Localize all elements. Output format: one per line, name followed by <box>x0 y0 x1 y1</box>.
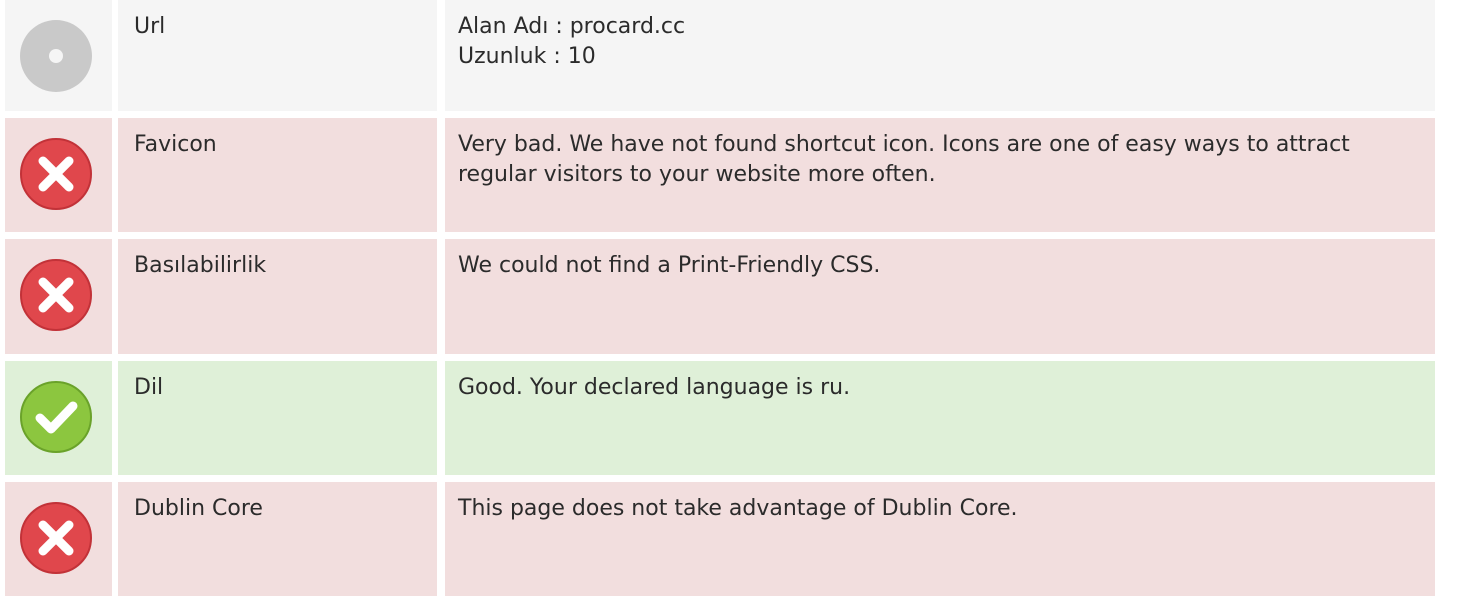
row-label-cell: Basılabilirlik <box>118 239 437 354</box>
row-icon-cell <box>5 239 112 354</box>
row-value: Good. Your declared language is ru. <box>458 375 851 400</box>
row-icon-cell <box>5 0 112 111</box>
domain-line: Alan Adı : procard.cc <box>458 14 686 39</box>
row-icon-cell <box>5 118 112 232</box>
analysis-table: Url Alan Adı : procard.cc Uzunluk : 10 F… <box>0 0 1459 601</box>
row-value-cell: We could not find a Print-Friendly CSS. <box>445 239 1435 354</box>
row-label: Dil <box>134 375 164 400</box>
row-label: Basılabilirlik <box>134 253 267 278</box>
row-label: Url <box>134 14 166 39</box>
row-url: Url Alan Adı : procard.cc Uzunluk : 10 <box>0 0 1435 111</box>
success-check-icon <box>18 379 94 455</box>
row-value-cell: Very bad. We have not found shortcut ico… <box>445 118 1435 232</box>
row-label-cell: Favicon <box>118 118 437 232</box>
row-printability: Basılabilirlik We could not find a Print… <box>0 239 1435 354</box>
row-value: This page does not take advantage of Dub… <box>458 496 1018 521</box>
error-x-icon <box>18 500 94 576</box>
row-value: Very bad. We have not found shortcut ico… <box>458 132 1350 187</box>
row-label-cell: Url <box>118 0 437 111</box>
row-label-cell: Dublin Core <box>118 482 437 596</box>
row-label-cell: Dil <box>118 361 437 475</box>
info-circle-icon <box>18 18 94 94</box>
error-x-icon <box>18 136 94 212</box>
row-favicon: Favicon Very bad. We have not found shor… <box>0 118 1435 232</box>
length-line: Uzunluk : 10 <box>458 44 596 69</box>
row-icon-cell <box>5 361 112 475</box>
row-label: Dublin Core <box>134 496 263 521</box>
row-dublin-core: Dublin Core This page does not take adva… <box>0 482 1435 596</box>
row-value-cell: Alan Adı : procard.cc Uzunluk : 10 <box>445 0 1435 111</box>
error-x-icon <box>18 257 94 333</box>
row-value-cell: Good. Your declared language is ru. <box>445 361 1435 475</box>
row-value: We could not find a Print-Friendly CSS. <box>458 253 881 278</box>
row-language: Dil Good. Your declared language is ru. <box>0 361 1435 475</box>
row-label: Favicon <box>134 132 217 157</box>
row-icon-cell <box>5 482 112 596</box>
row-value: Alan Adı : procard.cc Uzunluk : 10 <box>458 12 1415 72</box>
row-value-cell: This page does not take advantage of Dub… <box>445 482 1435 596</box>
